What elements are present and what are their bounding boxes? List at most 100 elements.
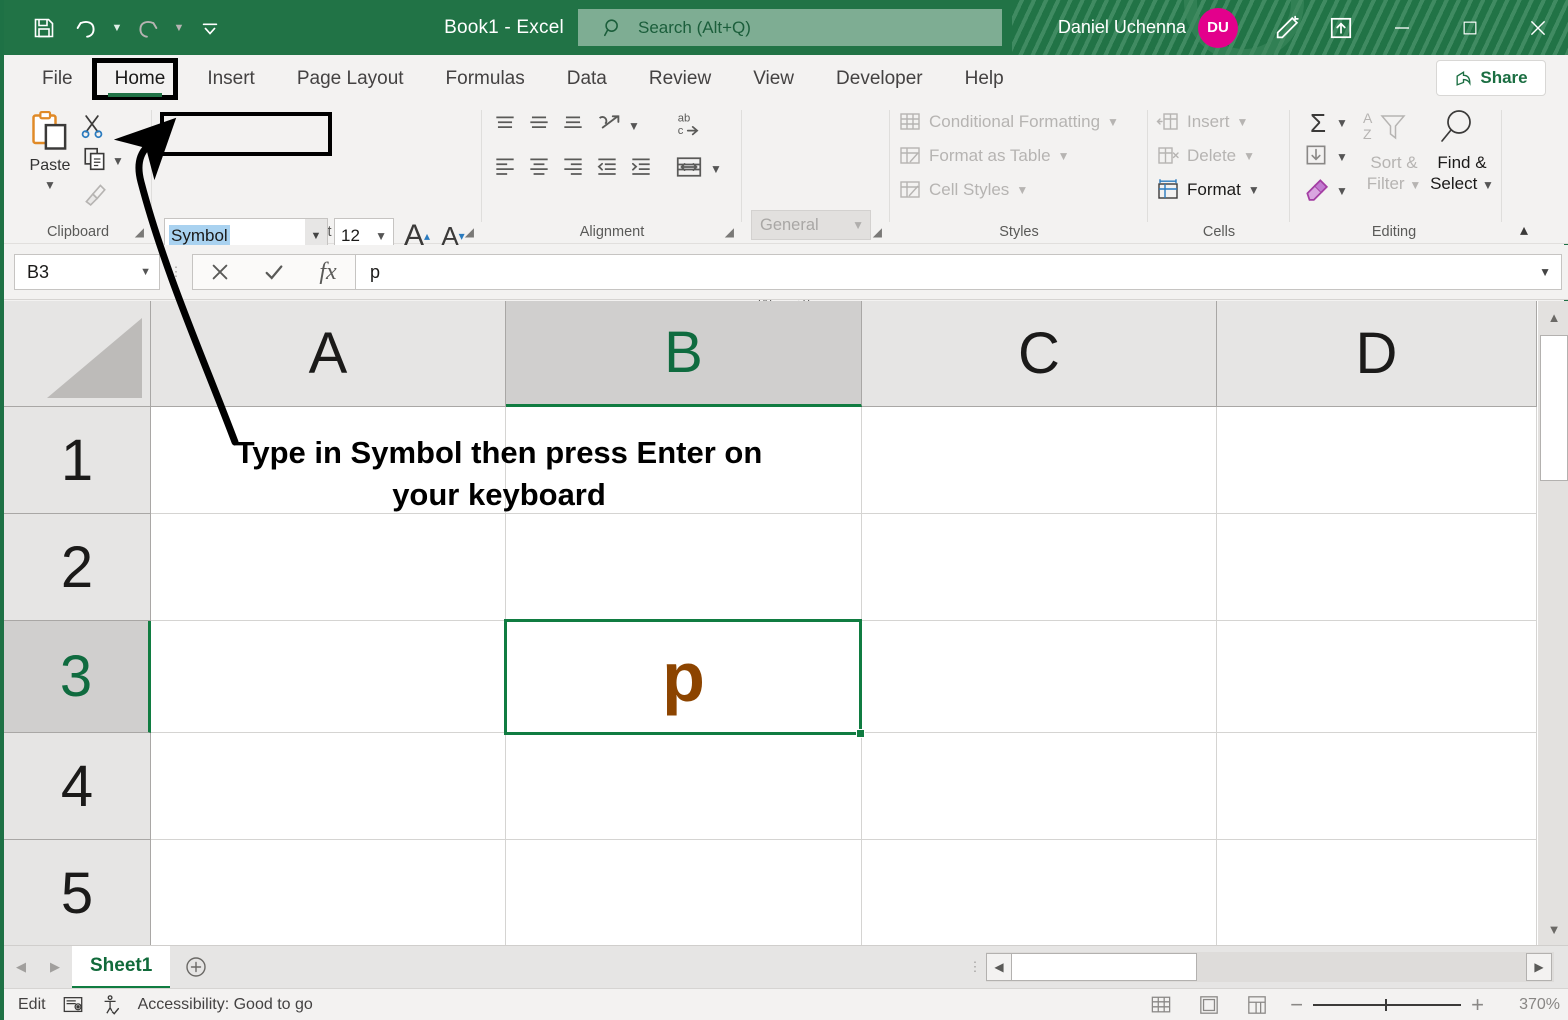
tab-data[interactable]: Data — [549, 59, 625, 99]
column-header-b[interactable]: B — [506, 301, 862, 407]
tab-help[interactable]: Help — [947, 59, 1022, 99]
cell-a5[interactable] — [151, 840, 506, 945]
scroll-up-arrow-icon[interactable]: ▲ — [1538, 301, 1568, 333]
clear-chevron-down-icon[interactable]: ▼ — [1336, 184, 1348, 198]
tab-formulas[interactable]: Formulas — [428, 59, 543, 99]
cell-b3[interactable]: p — [506, 621, 862, 733]
cell-b1[interactable] — [506, 407, 862, 514]
share-button[interactable]: Share — [1436, 60, 1546, 96]
cell-c2[interactable] — [862, 514, 1217, 621]
paste-button[interactable]: Paste ▼ — [18, 110, 82, 208]
zoom-in-plus-icon[interactable]: + — [1471, 992, 1484, 1018]
vertical-scrollbar[interactable]: ▲ ▼ — [1538, 301, 1568, 945]
tab-file[interactable]: File — [24, 59, 91, 99]
zoom-thumb[interactable] — [1385, 999, 1387, 1011]
increase-indent-icon[interactable] — [628, 154, 654, 180]
page-layout-view-icon[interactable] — [1194, 992, 1224, 1018]
customize-qat-icon[interactable] — [190, 8, 230, 48]
number-format-select[interactable]: General ▼ — [751, 210, 871, 240]
align-center-icon[interactable] — [526, 154, 552, 180]
scissors-icon[interactable] — [78, 112, 106, 140]
align-left-icon[interactable] — [492, 154, 518, 180]
align-top-icon[interactable] — [492, 112, 518, 138]
zoom-slider[interactable]: − + — [1290, 992, 1484, 1018]
row-header-5[interactable]: 5 — [4, 840, 151, 945]
scroll-down-arrow-icon[interactable]: ▼ — [1538, 913, 1568, 945]
cell-c3[interactable] — [862, 621, 1217, 733]
name-box-chevron-down-icon[interactable]: ▼ — [140, 266, 151, 278]
row-header-2[interactable]: 2 — [4, 514, 151, 621]
cell-d2[interactable] — [1217, 514, 1537, 621]
ribbon-display-options-icon[interactable] — [1314, 0, 1368, 55]
sheet-tab-sheet1[interactable]: Sheet1 — [72, 946, 170, 989]
horizontal-scroll-thumb[interactable] — [1012, 953, 1197, 981]
zoom-track[interactable] — [1313, 1004, 1461, 1006]
fill-down-icon[interactable] — [1302, 142, 1330, 168]
font-size-chevron-down-icon[interactable]: ▼ — [375, 229, 387, 243]
copy-chevron-down-icon[interactable]: ▼ — [112, 154, 124, 168]
format-painter-icon[interactable] — [82, 180, 108, 206]
tab-insert[interactable]: Insert — [189, 59, 273, 99]
next-sheet-icon[interactable]: ▶ — [38, 946, 72, 989]
orientation-chevron-down-icon[interactable]: ▼ — [628, 119, 640, 133]
tab-page-layout[interactable]: Page Layout — [279, 59, 422, 99]
cell-c1[interactable] — [862, 407, 1217, 514]
minimize-button[interactable] — [1368, 0, 1436, 55]
find-and-select-label[interactable]: Find & Select ▼ — [1426, 152, 1498, 195]
page-break-preview-icon[interactable] — [1242, 992, 1272, 1018]
enter-check-icon[interactable] — [247, 255, 301, 289]
accessibility-icon[interactable] — [100, 994, 122, 1016]
undo-icon[interactable] — [66, 8, 106, 48]
text-orientation-icon[interactable] — [594, 110, 624, 140]
cell-d4[interactable] — [1217, 733, 1537, 840]
undo-chevron-down-icon[interactable]: ▼ — [108, 8, 126, 48]
format-cells-button[interactable]: Format ▼ — [1156, 178, 1260, 202]
clipboard-dialog-launcher[interactable]: ◢ — [135, 225, 144, 239]
normal-view-icon[interactable] — [1146, 992, 1176, 1018]
insert-function-fx-icon[interactable]: fx — [301, 255, 355, 289]
fill-handle[interactable] — [856, 729, 865, 738]
wrap-text-icon[interactable]: ab c — [674, 110, 704, 140]
fill-chevron-down-icon[interactable]: ▼ — [1336, 150, 1348, 164]
scroll-left-arrow-icon[interactable]: ◀ — [986, 953, 1012, 981]
row-header-1[interactable]: 1 — [4, 407, 151, 514]
cell-a4[interactable] — [151, 733, 506, 840]
record-macro-icon[interactable] — [62, 994, 84, 1016]
format-chevron-down-icon[interactable]: ▼ — [1248, 183, 1260, 197]
cell-d5[interactable] — [1217, 840, 1537, 945]
row-header-4[interactable]: 4 — [4, 733, 151, 840]
cell-d3[interactable] — [1217, 621, 1537, 733]
align-middle-icon[interactable] — [526, 112, 552, 138]
tab-review[interactable]: Review — [631, 59, 729, 99]
number-dialog-launcher[interactable]: ◢ — [873, 225, 882, 239]
decrease-indent-icon[interactable] — [594, 154, 620, 180]
cell-a2[interactable] — [151, 514, 506, 621]
column-header-a[interactable]: A — [151, 301, 506, 407]
align-bottom-icon[interactable] — [560, 112, 586, 138]
cell-c4[interactable] — [862, 733, 1217, 840]
cell-b4[interactable] — [506, 733, 862, 840]
pen-draw-icon[interactable] — [1260, 0, 1314, 55]
scrollbar-grip[interactable]: ⋮ — [964, 965, 986, 969]
merge-and-center-icon[interactable] — [674, 152, 704, 182]
autosum-chevron-down-icon[interactable]: ▼ — [1336, 116, 1348, 130]
vertical-scroll-thumb[interactable] — [1540, 335, 1568, 481]
save-icon[interactable] — [24, 8, 64, 48]
formula-input[interactable]: p ▼ — [356, 254, 1562, 290]
autosum-icon[interactable]: Σ — [1302, 108, 1334, 138]
collapse-ribbon-icon[interactable]: ▴ — [1520, 220, 1528, 240]
scroll-right-arrow-icon[interactable]: ▶ — [1526, 953, 1552, 981]
horizontal-scrollbar[interactable]: ◀ ▶ — [986, 952, 1554, 982]
copy-icon[interactable] — [82, 146, 108, 172]
name-box[interactable]: B3 ▼ — [14, 254, 160, 290]
cell-b5[interactable] — [506, 840, 862, 945]
alignment-dialog-launcher[interactable]: ◢ — [725, 225, 734, 239]
expand-formula-bar-icon[interactable]: ▼ — [1539, 265, 1551, 279]
close-button[interactable] — [1504, 0, 1568, 55]
cell-c5[interactable] — [862, 840, 1217, 945]
maximize-button[interactable] — [1436, 0, 1504, 55]
clear-eraser-icon[interactable] — [1302, 176, 1330, 202]
number-format-chevron-down-icon[interactable]: ▼ — [852, 218, 864, 232]
cell-a3[interactable] — [151, 621, 506, 733]
paste-chevron-down-icon[interactable]: ▼ — [44, 178, 56, 192]
